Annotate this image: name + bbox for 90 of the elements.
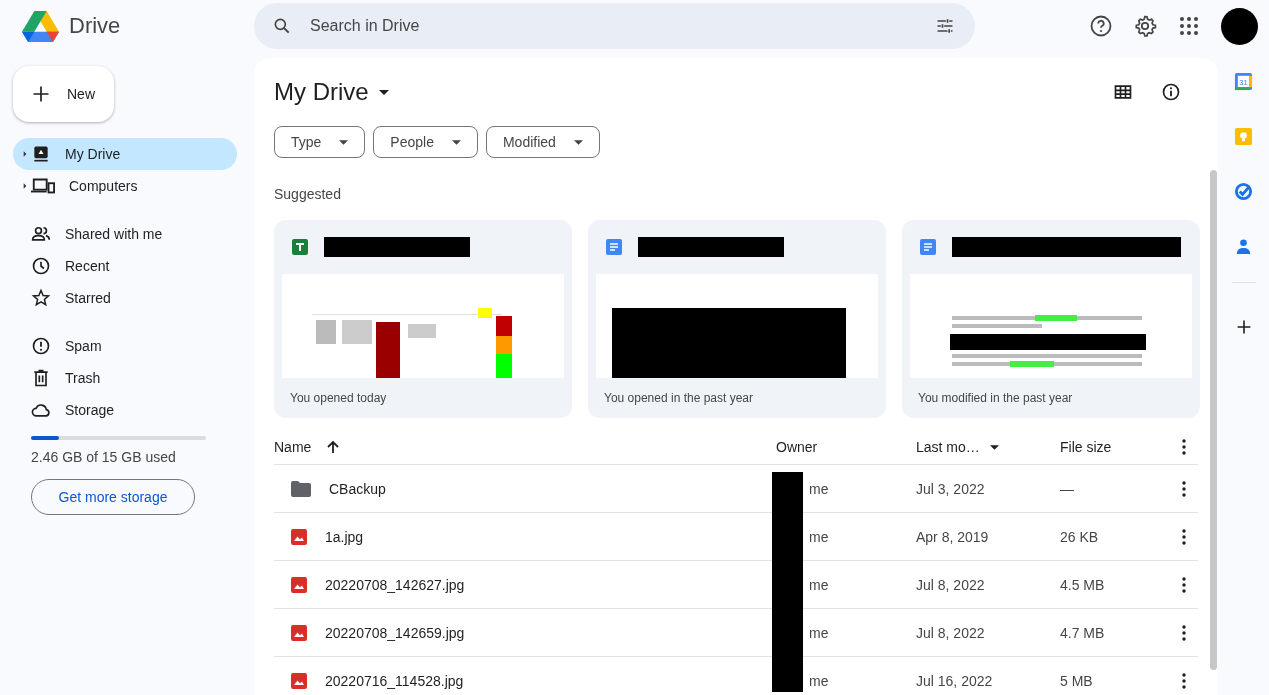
sidebar-item[interactable]: Spam [13, 330, 237, 362]
section-heading: Suggested [274, 186, 342, 202]
modified-date: Jul 16, 2022 [916, 672, 993, 689]
file-size: 4.5 MB [1060, 576, 1105, 593]
grid-view-icon[interactable] [1113, 82, 1133, 102]
search-icon [272, 16, 292, 36]
image-file-icon [291, 624, 307, 641]
filter-sliders-icon[interactable] [935, 16, 955, 36]
computer-icon [31, 176, 55, 196]
filter-dropdown[interactable]: Modified [485, 126, 600, 158]
sidebar-item[interactable]: Starred [13, 282, 237, 314]
more-options-icon[interactable] [1182, 576, 1186, 593]
calendar-icon[interactable]: 31 [1234, 72, 1253, 91]
owner-name: me [809, 576, 829, 593]
modified-date: Jul 8, 2022 [916, 624, 985, 641]
owner-name: me [809, 672, 829, 689]
drive-logo-icon [22, 9, 59, 43]
caret-icon [378, 89, 389, 95]
new-button[interactable]: New [13, 66, 114, 122]
people-icon [31, 224, 51, 244]
more-options-icon[interactable] [1182, 672, 1186, 689]
sidebar-item[interactable]: Storage [13, 394, 237, 426]
filter-dropdown[interactable]: People [373, 126, 478, 158]
apps-grid-icon[interactable] [1177, 14, 1201, 38]
column-header[interactable]: Owner [776, 439, 818, 455]
modified-date: Apr 8, 2019 [916, 528, 989, 545]
app-name: Drive [69, 13, 121, 39]
expand-arrow-icon[interactable] [23, 183, 27, 189]
file-name: 20220716_114528.jpg [325, 672, 464, 689]
card-caption: You modified in the past year [917, 391, 1074, 405]
trash-icon [31, 368, 51, 388]
sidebar-item[interactable]: Computers [13, 170, 237, 202]
person-icon[interactable] [1234, 237, 1253, 256]
more-options-icon[interactable] [1182, 480, 1186, 497]
sidebar-item[interactable]: My Drive [13, 138, 237, 170]
file-name: 20220708_142659.jpg [325, 624, 465, 641]
card-caption: You opened today [289, 391, 388, 405]
settings-icon[interactable] [1133, 14, 1157, 38]
owner-name: me [809, 528, 829, 545]
caret-icon [573, 139, 583, 145]
document-icon [920, 239, 936, 255]
file-size: 5 MB [1060, 672, 1093, 689]
plus-icon[interactable] [1235, 319, 1252, 335]
caret-icon [451, 139, 461, 145]
more-options-icon[interactable] [1182, 528, 1186, 545]
suggested-file-card[interactable]: You modified in the past year [902, 220, 1200, 418]
caret-icon[interactable] [989, 444, 999, 450]
file-name: 1a.jpg [325, 528, 364, 545]
file-size: 4.7 MB [1060, 624, 1105, 641]
help-icon[interactable] [1089, 14, 1113, 38]
clock-icon [31, 256, 51, 276]
image-file-icon [291, 528, 307, 545]
column-header[interactable]: File size [1060, 439, 1112, 455]
sidebar-item[interactable]: Trash [13, 362, 237, 394]
info-icon[interactable] [1161, 82, 1181, 102]
storage-usage: 2.46 GB of 15 GB used [31, 449, 177, 465]
more-options-icon[interactable] [1182, 439, 1186, 455]
avatar[interactable] [1221, 7, 1258, 45]
scrollbar[interactable] [1210, 170, 1217, 670]
card-caption: You opened in the past year [603, 391, 754, 405]
image-file-icon [291, 576, 307, 593]
folder-icon [291, 480, 311, 497]
more-options-icon[interactable] [1182, 624, 1186, 641]
owner-name: me [809, 624, 829, 641]
suggested-file-card[interactable]: You opened today [274, 220, 572, 418]
search-field[interactable]: Search in Drive [254, 3, 975, 49]
file-size: 26 KB [1060, 528, 1099, 545]
filter-dropdown[interactable]: Type [274, 126, 366, 158]
expand-arrow-icon[interactable] [23, 151, 27, 157]
document-icon [606, 239, 622, 255]
modified-date: Jul 8, 2022 [916, 576, 985, 593]
column-header[interactable]: Name [274, 439, 312, 455]
modified-date: Jul 3, 2022 [916, 480, 985, 497]
owner-name: me [809, 480, 829, 497]
sidebar-item[interactable]: Recent [13, 250, 237, 282]
star-icon [31, 288, 51, 308]
column-header[interactable]: Last mo… [916, 439, 980, 455]
file-name: CBackup [329, 480, 386, 497]
check-circle-icon[interactable] [1234, 182, 1253, 201]
folder-title-menu[interactable]: My Drive [274, 78, 389, 106]
alert-icon [31, 336, 51, 356]
plus-icon [31, 84, 51, 104]
spreadsheet-icon [292, 239, 308, 255]
file-size: — [1060, 480, 1074, 497]
suggested-file-card[interactable]: You opened in the past year [588, 220, 886, 418]
drive-icon [31, 144, 51, 164]
caret-icon [339, 139, 349, 145]
file-name: 20220708_142627.jpg [325, 576, 465, 593]
image-file-icon [291, 672, 307, 689]
sidebar-item[interactable]: Shared with me [13, 218, 237, 250]
